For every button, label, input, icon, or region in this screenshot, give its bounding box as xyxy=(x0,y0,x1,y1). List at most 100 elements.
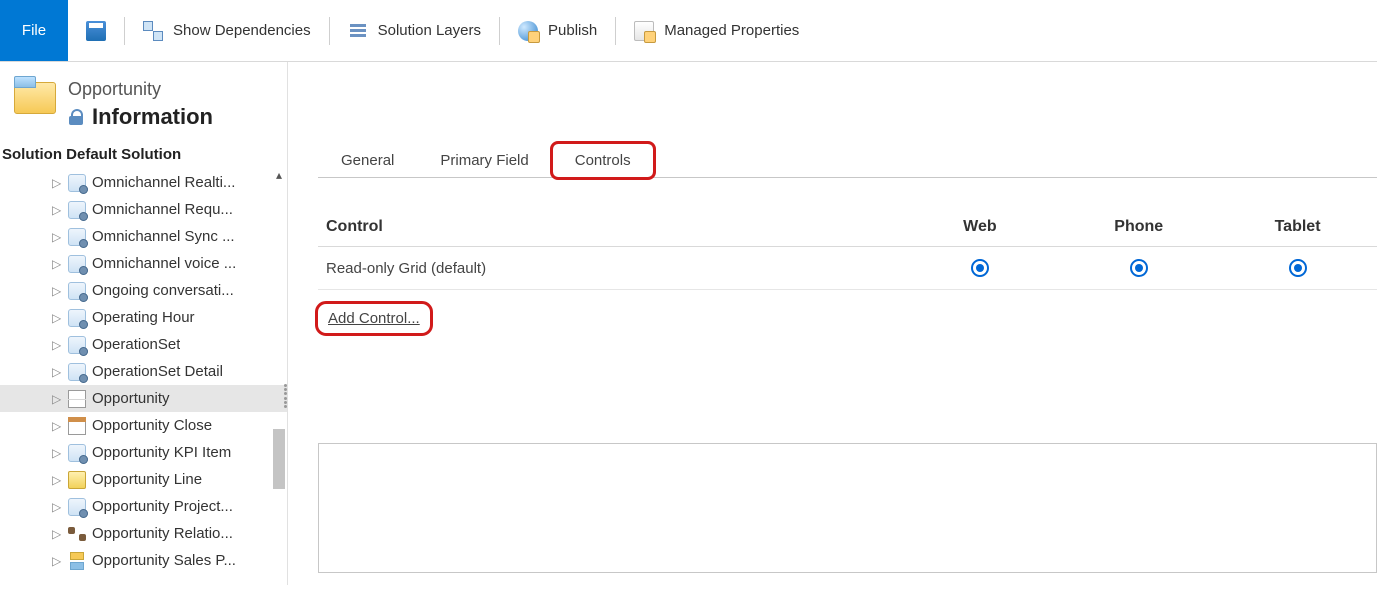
flow-icon xyxy=(68,552,86,570)
add-control-link[interactable]: Add Control... xyxy=(318,304,430,333)
expand-icon[interactable]: ▷ xyxy=(52,313,62,323)
tree-item[interactable]: ▷Opportunity KPI Item xyxy=(0,439,287,466)
expand-icon[interactable]: ▷ xyxy=(52,394,62,404)
tree-item-label: Omnichannel Sync ... xyxy=(92,228,235,245)
expand-icon[interactable]: ▷ xyxy=(52,286,62,296)
entity-name: Opportunity xyxy=(68,76,213,100)
tree-item[interactable]: ▷ Opportunity Project... xyxy=(0,493,287,520)
tree-item-label: Omnichannel voice ... xyxy=(92,255,236,272)
tree-item[interactable]: ▷ Operating Hour xyxy=(0,304,287,331)
expand-icon[interactable]: ▷ xyxy=(52,340,62,350)
lock-icon xyxy=(68,109,84,125)
managed-properties-button[interactable]: Managed Properties xyxy=(616,14,817,48)
expand-icon[interactable]: ▷ xyxy=(52,232,62,242)
tree-item[interactable]: ▷ Opportunity Line xyxy=(0,466,287,493)
calendar-icon xyxy=(68,417,86,435)
dependencies-icon xyxy=(143,21,163,41)
tree-item[interactable]: ▷ Opportunity xyxy=(0,385,287,412)
tab-bar: GeneralPrimary FieldControls xyxy=(318,142,1377,178)
file-menu[interactable]: File xyxy=(0,0,68,61)
expand-icon[interactable]: ▷ xyxy=(52,205,62,215)
show-dependencies-label: Show Dependencies xyxy=(173,22,311,39)
expand-icon[interactable]: ▷ xyxy=(52,421,62,431)
tree-item[interactable]: ▷ OperationSet xyxy=(0,331,287,358)
tree-item[interactable]: ▷ Omnichannel Sync ... xyxy=(0,223,287,250)
tree-item-label: Opportunity Relatio... xyxy=(92,525,233,542)
gear-icon xyxy=(68,444,86,462)
tree-item-label: OperationSet xyxy=(92,336,180,353)
tree-item-label: Opportunity Close xyxy=(92,417,212,434)
radio-web[interactable] xyxy=(900,247,1059,290)
tree-item[interactable]: ▷ Opportunity Sales P... xyxy=(0,547,287,574)
table-row[interactable]: Read-only Grid (default) xyxy=(318,247,1377,290)
publish-icon xyxy=(518,21,538,41)
gear-icon xyxy=(68,174,86,192)
expand-icon[interactable]: ▷ xyxy=(52,367,62,377)
tree-item-label: Omnichannel Realti... xyxy=(92,174,235,191)
folder-icon xyxy=(14,76,56,114)
managed-properties-icon xyxy=(634,21,654,41)
col-phone: Phone xyxy=(1059,208,1218,247)
controls-table: Control Web Phone Tablet Read-only Grid … xyxy=(318,208,1377,290)
radio-phone[interactable] xyxy=(1059,247,1218,290)
table-icon xyxy=(68,390,86,408)
tree-item-label: OperationSet Detail xyxy=(92,363,223,380)
tree-item[interactable]: ▷ Ongoing conversati... xyxy=(0,277,287,304)
solution-layers-button[interactable]: Solution Layers xyxy=(330,14,499,48)
solution-layers-label: Solution Layers xyxy=(378,22,481,39)
col-tablet: Tablet xyxy=(1218,208,1377,247)
tree-item[interactable]: ▷ Omnichannel Realti... xyxy=(0,169,287,196)
expand-icon[interactable]: ▷ xyxy=(52,502,62,512)
save-icon[interactable] xyxy=(86,21,106,41)
scroll-up-icon[interactable]: ▴ xyxy=(273,169,285,181)
expand-icon[interactable]: ▷ xyxy=(52,475,62,485)
radio-selected-icon xyxy=(1130,259,1148,277)
radio-tablet[interactable] xyxy=(1218,247,1377,290)
expand-icon[interactable]: ▷ xyxy=(52,259,62,269)
solution-label: Solution Default Solution xyxy=(0,140,287,169)
radio-selected-icon xyxy=(1289,259,1307,277)
tree-item[interactable]: ▷ Opportunity Close xyxy=(0,412,287,439)
col-control: Control xyxy=(318,208,900,247)
gear-icon xyxy=(68,282,86,300)
gear-icon xyxy=(68,336,86,354)
layers-icon xyxy=(348,21,368,41)
gear-icon xyxy=(68,309,86,327)
navigation-tree: ▴ ▷ Omnichannel Realti... ▷ Omnichannel Req… xyxy=(0,169,287,592)
tree-item-label: Opportunity Sales P... xyxy=(92,552,236,569)
tree-item[interactable]: ▷ Opportunity Relatio... xyxy=(0,520,287,547)
tree-item-label: Opportunity xyxy=(92,390,170,407)
entity-subtitle: Information xyxy=(92,104,213,130)
detail-pane xyxy=(318,443,1377,573)
tree-item-label: Opportunity Project... xyxy=(92,498,233,515)
tree-item-label: Ongoing conversati... xyxy=(92,282,234,299)
publish-button[interactable]: Publish xyxy=(500,14,615,48)
tree-item-label: Operating Hour xyxy=(92,309,195,326)
tree-item[interactable]: ▷ Omnichannel Requ... xyxy=(0,196,287,223)
gear-icon xyxy=(68,498,86,516)
publish-label: Publish xyxy=(548,22,597,39)
expand-icon[interactable]: ▷ xyxy=(52,448,62,458)
scrollbar-thumb[interactable] xyxy=(273,429,285,489)
toolbar: File Show Dependencies Solution Layers P… xyxy=(0,0,1377,62)
managed-properties-label: Managed Properties xyxy=(664,22,799,39)
expand-icon[interactable]: ▷ xyxy=(52,556,62,566)
radio-selected-icon xyxy=(971,259,989,277)
expand-icon[interactable]: ▷ xyxy=(52,529,62,539)
tab-general[interactable]: General xyxy=(318,143,417,178)
tab-primary-field[interactable]: Primary Field xyxy=(417,143,551,178)
gear-icon xyxy=(68,228,86,246)
left-panel: Opportunity Information Solution Default… xyxy=(0,62,288,585)
relation-icon xyxy=(68,525,86,543)
gear-icon xyxy=(68,201,86,219)
tab-controls[interactable]: Controls xyxy=(552,143,654,178)
gear-icon xyxy=(68,363,86,381)
tree-item[interactable]: ▷ Omnichannel voice ... xyxy=(0,250,287,277)
col-web: Web xyxy=(900,208,1059,247)
tree-item[interactable]: ▷ OperationSet Detail xyxy=(0,358,287,385)
tree-item-label: Opportunity Line xyxy=(92,471,202,488)
tree-item-label: Omnichannel Requ... xyxy=(92,201,233,218)
gear-icon xyxy=(68,255,86,273)
expand-icon[interactable]: ▷ xyxy=(52,178,62,188)
show-dependencies-button[interactable]: Show Dependencies xyxy=(125,14,329,48)
